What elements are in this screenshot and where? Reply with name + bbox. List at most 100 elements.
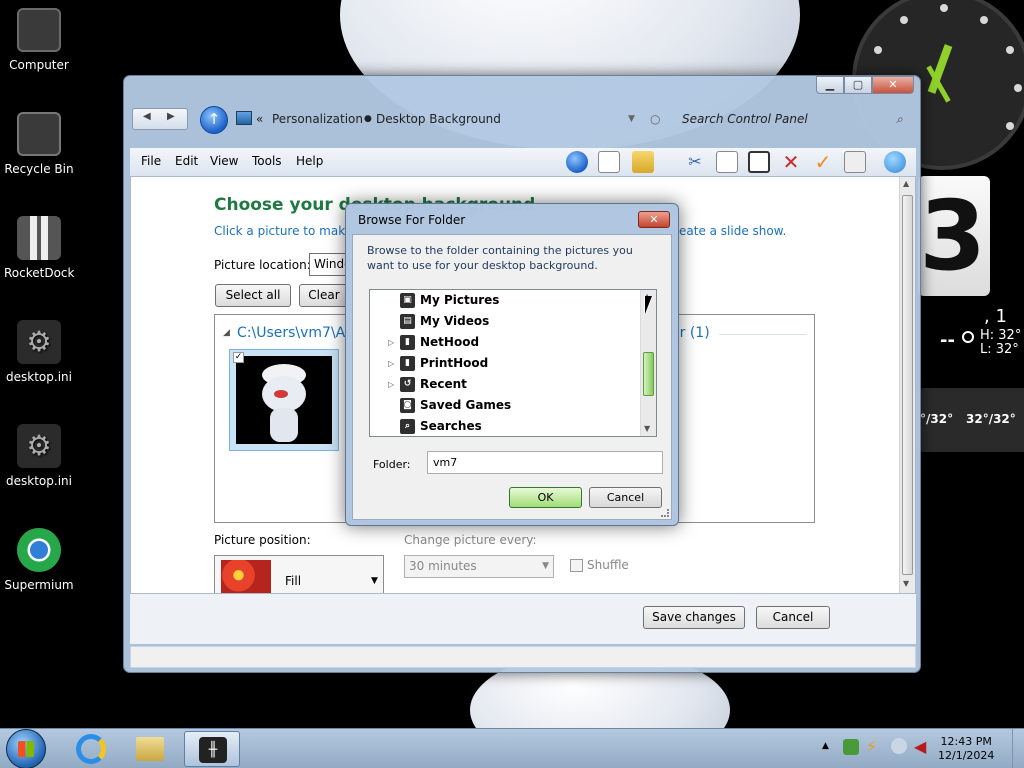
ok-button[interactable]: OK	[509, 487, 582, 508]
menu-tools[interactable]: Tools	[252, 154, 282, 168]
tree-item-searches[interactable]: ⌕ Searches	[370, 416, 640, 436]
expand-arrow-icon[interactable]: ▷	[388, 332, 394, 353]
desktop-icon-label: desktop.ini	[6, 474, 72, 488]
folder-input[interactable]: vm7	[427, 451, 663, 474]
delete-icon[interactable]: ✕	[780, 151, 802, 173]
paste-icon[interactable]	[748, 151, 770, 173]
scroll-thumb[interactable]	[902, 195, 913, 575]
checkmark-icon[interactable]: ✓	[812, 151, 834, 173]
mixer-app-icon[interactable]: ╫	[184, 731, 240, 767]
desktop-icon-desktop-ini-1[interactable]: ⚙ desktop.ini	[4, 320, 74, 384]
taskbar: ╫ ▲ ⚡ ◀ 12:43 PM 12/1/2024	[0, 728, 1024, 768]
network-icon[interactable]: ⚡	[866, 737, 877, 756]
dialog-close-button[interactable]: ✕	[638, 211, 670, 228]
searches-icon: ⌕	[400, 419, 415, 434]
search-icon[interactable]: ⌕	[896, 112, 903, 127]
tray-time: 12:43 PM	[940, 735, 992, 748]
scroll-up-icon[interactable]: ▲	[903, 179, 909, 188]
globe-icon[interactable]	[884, 151, 906, 173]
tree-item-my-videos[interactable]: ▤ My Videos	[370, 311, 640, 332]
scroll-down-icon[interactable]: ▼	[903, 579, 909, 588]
change-picture-select[interactable]: 30 minutes ▼	[404, 555, 554, 578]
refresh-icon[interactable]: ○	[650, 112, 660, 126]
tree-item-my-pictures[interactable]: ▣ My Pictures	[370, 290, 640, 311]
wallpaper-thumbnail[interactable]: ✓	[229, 349, 339, 451]
clear-all-button[interactable]: Clear	[299, 284, 349, 307]
properties-icon[interactable]	[844, 151, 866, 173]
dialog-cancel-button[interactable]: Cancel	[589, 487, 662, 508]
tree-item-recent[interactable]: ▷ ↺ Recent	[370, 374, 640, 395]
content-scrollbar[interactable]: ▲ ▼	[899, 177, 915, 593]
start-button[interactable]	[6, 729, 46, 768]
collapse-arrow-icon[interactable]: ◢	[223, 328, 230, 338]
menu-edit[interactable]: Edit	[175, 154, 198, 168]
address-dropdown-icon[interactable]: ▼	[628, 114, 635, 124]
tree-item-printhood[interactable]: ▷ ▮ PrintHood	[370, 353, 640, 374]
file-explorer-icon[interactable]	[122, 731, 178, 767]
breadcrumb-arrow-icon[interactable]: ●	[364, 114, 372, 124]
scroll-down-icon[interactable]: ▼	[644, 424, 650, 433]
tree-scroll-thumb[interactable]	[643, 352, 654, 396]
weather-temp-suffix: , 1	[984, 306, 1007, 327]
select-all-button[interactable]: Select all	[215, 284, 291, 307]
tree-item-label: Recent	[420, 377, 467, 391]
desktop-icon-label: RocketDock	[4, 266, 75, 280]
picture-location-label: Picture location:	[214, 258, 311, 272]
back-arrow-icon[interactable]: ◀	[143, 111, 151, 122]
address-bar[interactable]: « Personalization ● Desktop Background ▼…	[232, 106, 672, 132]
desktop-icon-computer[interactable]: Computer	[4, 8, 74, 72]
tray-clock[interactable]: 12:43 PM 12/1/2024	[938, 735, 994, 763]
cut-icon[interactable]: ✂	[684, 151, 706, 173]
minimize-button[interactable]: ▁	[816, 76, 844, 94]
save-changes-button[interactable]: Save changes	[643, 606, 745, 629]
up-arrow-icon[interactable]	[566, 151, 588, 173]
tree-item-nethood[interactable]: ▷ ▮ NetHood	[370, 332, 640, 353]
internet-explorer-icon[interactable]	[64, 731, 120, 767]
control-panel-icon	[236, 111, 252, 125]
cancel-button[interactable]: Cancel	[756, 606, 830, 629]
settings-file-icon: ⚙	[17, 320, 61, 364]
maximize-button[interactable]: ▢	[844, 76, 872, 94]
shuffle-checkbox[interactable]	[570, 559, 583, 572]
tree-item-label: Searches	[420, 419, 482, 433]
close-button[interactable]: ✕	[872, 76, 914, 94]
desktop-icon-desktop-ini-2[interactable]: ⚙ desktop.ini	[4, 424, 74, 488]
menu-file[interactable]: File	[141, 154, 161, 168]
tray-arrow-icon[interactable]: ▲	[822, 741, 829, 751]
menu-view[interactable]: View	[210, 154, 238, 168]
resize-grip-icon[interactable]	[661, 509, 669, 517]
breadcrumb-desktop-background[interactable]: Desktop Background	[376, 112, 501, 126]
tree-item-label: NetHood	[420, 335, 480, 349]
thumbnail-checkbox[interactable]: ✓	[233, 352, 244, 363]
copy-icon[interactable]	[716, 151, 738, 173]
volume-icon[interactable]: ◀	[914, 737, 926, 756]
desktop-icon-supermium[interactable]: Supermium	[4, 528, 74, 592]
forward-arrow-icon[interactable]: ▶	[167, 111, 175, 122]
folder-options-icon[interactable]	[632, 151, 654, 173]
desktop-icon-rocketdock[interactable]: RocketDock	[4, 216, 74, 280]
clock-tick	[874, 46, 882, 54]
menu-help[interactable]: Help	[296, 154, 323, 168]
back-forward-buttons[interactable]: ◀ ▶	[132, 108, 188, 130]
desktop-icon-label: Recycle Bin	[4, 162, 74, 176]
panes-icon[interactable]	[598, 151, 620, 173]
tree-item-saved-games[interactable]: ◙ Saved Games	[370, 395, 640, 416]
search-input[interactable]: Search Control Panel	[682, 112, 808, 126]
action-center-icon[interactable]	[843, 739, 859, 755]
picture-position-select[interactable]: Fill ▼	[214, 555, 384, 593]
desktop-icon-recycle-bin[interactable]: Recycle Bin	[4, 112, 74, 176]
desktop-icon-label: Supermium	[4, 578, 74, 592]
shuffle-label: Shuffle	[587, 558, 629, 572]
expand-arrow-icon[interactable]: ▷	[388, 374, 394, 395]
dialog-body: Browse to the folder containing the pict…	[352, 234, 672, 520]
folder-path: C:\Users\vm7\Ap	[237, 325, 355, 341]
expand-arrow-icon[interactable]: ▷	[388, 353, 394, 374]
user-icon[interactable]	[891, 738, 907, 754]
search-box[interactable]: Search Control Panel ⌕	[672, 106, 916, 132]
show-desktop-button[interactable]	[1012, 729, 1024, 768]
breadcrumb-personalization[interactable]: Personalization	[272, 112, 363, 126]
browse-for-folder-dialog: Browse For Folder ✕ Browse to the folder…	[345, 203, 679, 526]
page-subtitle-right: eate a slide show.	[679, 224, 787, 238]
up-folder-icon[interactable]: ↑	[200, 106, 228, 134]
picture-location-select[interactable]: Windo	[309, 253, 349, 276]
